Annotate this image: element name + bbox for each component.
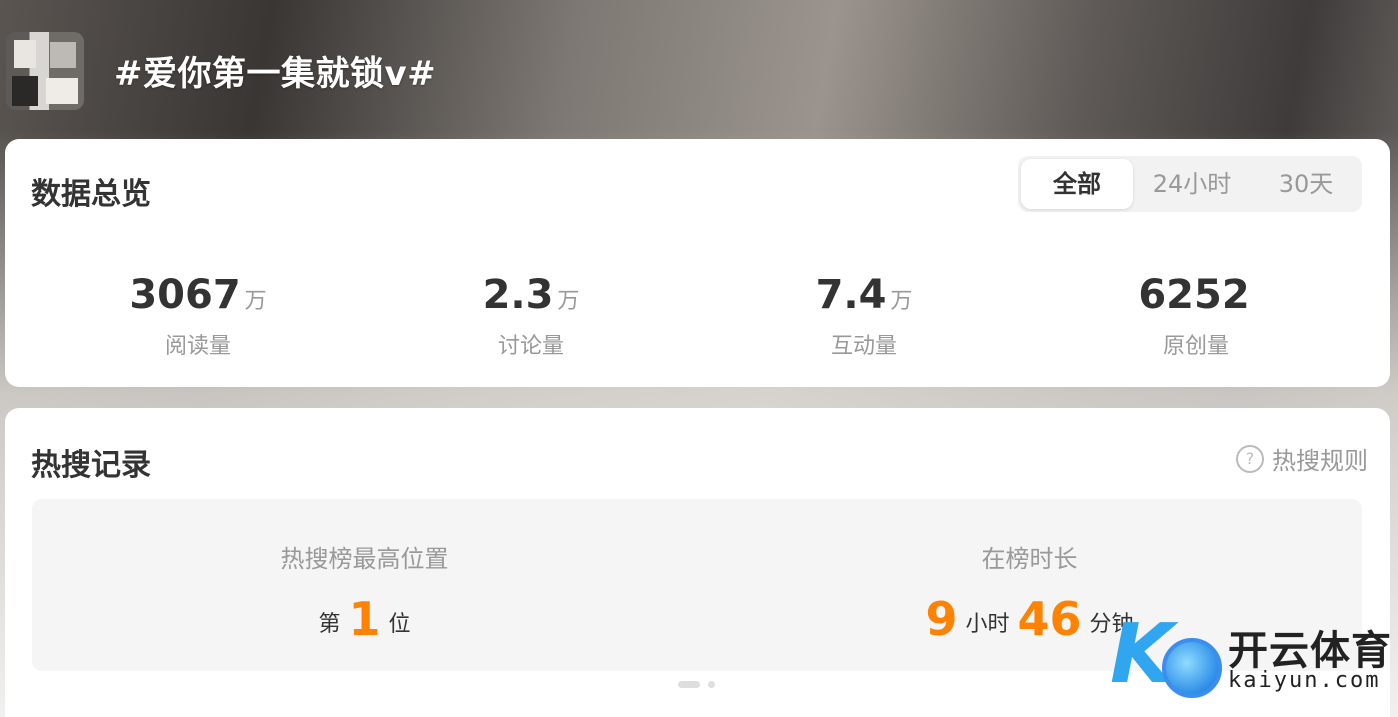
watermark-logo: K 开云体育 kaiyun.com bbox=[1110, 610, 1398, 710]
stat-read-count: 3067 万 阅读量 bbox=[33, 271, 363, 360]
stat-interaction-count: 7.4 万 互动量 bbox=[699, 271, 1029, 360]
avatar-tile bbox=[12, 76, 38, 106]
watermark-brand-en: kaiyun.com bbox=[1228, 668, 1381, 693]
hot-search-title: 热搜记录 bbox=[31, 448, 151, 483]
stat-label: 互动量 bbox=[830, 334, 897, 359]
time-range-tabs: 全部 24小时 30天 bbox=[1018, 156, 1362, 212]
tab-30d[interactable]: 30天 bbox=[1250, 156, 1362, 212]
stat-value: 3067 bbox=[129, 272, 241, 318]
data-overview-card: 数据总览 全部 24小时 30天 3067 万 阅读量 2.3 万 讨论量 7.4 万… bbox=[5, 139, 1390, 387]
soccer-ball-icon bbox=[1162, 638, 1222, 698]
stat-original-count: 6252 原创量 bbox=[1031, 271, 1361, 360]
duration-hours: 9 bbox=[925, 592, 958, 646]
best-position-value-row: 第1位 bbox=[32, 592, 697, 646]
question-circle-icon: ? bbox=[1236, 444, 1264, 473]
stat-value-row: 6252 bbox=[1031, 271, 1361, 326]
topic-avatar[interactable] bbox=[6, 32, 84, 110]
position-prefix: 第 bbox=[318, 612, 341, 637]
hot-search-rules-link[interactable]: ? 热搜规则 bbox=[1236, 441, 1368, 476]
position-suffix: 位 bbox=[388, 612, 411, 637]
stat-label: 原创量 bbox=[1162, 334, 1229, 359]
best-position-label: 热搜榜最高位置 bbox=[280, 545, 449, 573]
topic-title: #爱你第一集就锁v# bbox=[114, 54, 437, 94]
stat-label: 讨论量 bbox=[497, 334, 564, 359]
best-position-record: 热搜榜最高位置 第1位 bbox=[32, 539, 697, 646]
topic-header: #爱你第一集就锁v# bbox=[0, 0, 1398, 138]
duration-minutes: 46 bbox=[1017, 592, 1082, 646]
rules-label: 热搜规则 bbox=[1272, 447, 1368, 475]
stat-value: 6252 bbox=[1138, 272, 1250, 318]
tab-24h[interactable]: 24小时 bbox=[1136, 156, 1248, 212]
hours-unit: 小时 bbox=[965, 612, 1010, 637]
duration-label: 在榜时长 bbox=[981, 545, 1078, 573]
stat-value: 2.3 bbox=[482, 272, 554, 318]
avatar-tile bbox=[46, 78, 78, 104]
avatar-tile bbox=[50, 42, 76, 68]
stat-discussion-count: 2.3 万 讨论量 bbox=[366, 271, 696, 360]
avatar-tile bbox=[14, 40, 36, 68]
overview-title: 数据总览 bbox=[31, 177, 151, 212]
tab-all[interactable]: 全部 bbox=[1021, 159, 1133, 209]
stat-unit: 万 bbox=[890, 289, 913, 314]
stat-value-row: 3067 万 bbox=[33, 271, 363, 326]
stat-unit: 万 bbox=[557, 289, 580, 314]
stat-label: 阅读量 bbox=[164, 334, 231, 359]
best-position-value: 1 bbox=[348, 592, 381, 646]
stat-value: 7.4 bbox=[815, 272, 887, 318]
page-dot-active[interactable] bbox=[678, 681, 700, 688]
page-dot[interactable] bbox=[708, 681, 715, 688]
stat-value-row: 2.3 万 bbox=[366, 271, 696, 326]
stat-unit: 万 bbox=[244, 289, 267, 314]
stat-value-row: 7.4 万 bbox=[699, 271, 1029, 326]
